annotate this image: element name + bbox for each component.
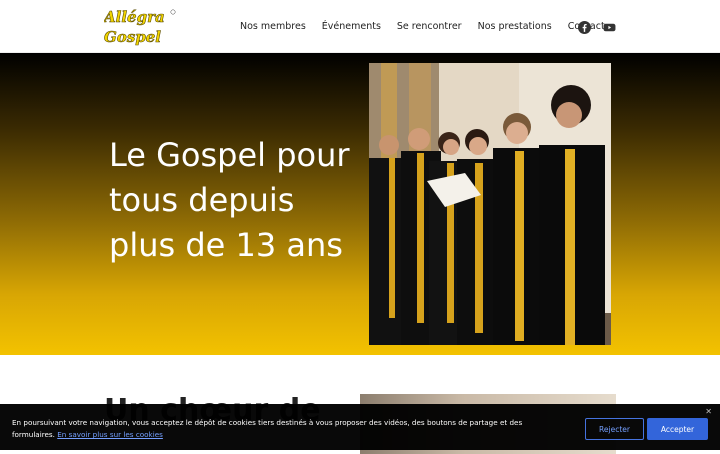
accept-cookies-button[interactable]: Accepter: [647, 418, 708, 440]
main-nav: Nos membres Événements Se rencontrer Nos…: [232, 0, 621, 53]
social-links: [578, 19, 616, 34]
cookie-text: En poursuivant votre navigation, vous ac…: [12, 417, 532, 441]
allegra-gospel-logo: Allégra Gospel: [104, 8, 176, 46]
hero-section: Le Gospel pour tous depuis plus de 13 an…: [0, 53, 720, 355]
site-logo[interactable]: Allégra Gospel: [104, 7, 178, 47]
nav-link-se-rencontrer[interactable]: Se rencontrer: [397, 21, 462, 32]
reject-cookies-button[interactable]: Rejecter: [585, 418, 644, 440]
youtube-icon[interactable]: [603, 19, 616, 32]
nav-link-membres[interactable]: Nos membres: [240, 21, 306, 32]
cookie-learn-more-link[interactable]: En savoir plus sur les cookies: [57, 430, 163, 439]
cookie-banner: En poursuivant votre navigation, vous ac…: [0, 404, 720, 450]
svg-text:Gospel: Gospel: [104, 28, 161, 46]
facebook-icon[interactable]: [578, 19, 591, 34]
svg-text:Allégra: Allégra: [104, 8, 165, 26]
hero-title: Le Gospel pour tous depuis plus de 13 an…: [109, 136, 350, 264]
choir-singers-image: [369, 63, 611, 345]
close-icon[interactable]: ✕: [705, 407, 712, 416]
nav-link-evenements[interactable]: Événements: [322, 21, 381, 32]
nav-link-prestations[interactable]: Nos prestations: [478, 21, 552, 32]
choir-photo: [369, 63, 611, 345]
site-header: Allégra Gospel Nos membres Événements Se…: [0, 0, 720, 53]
